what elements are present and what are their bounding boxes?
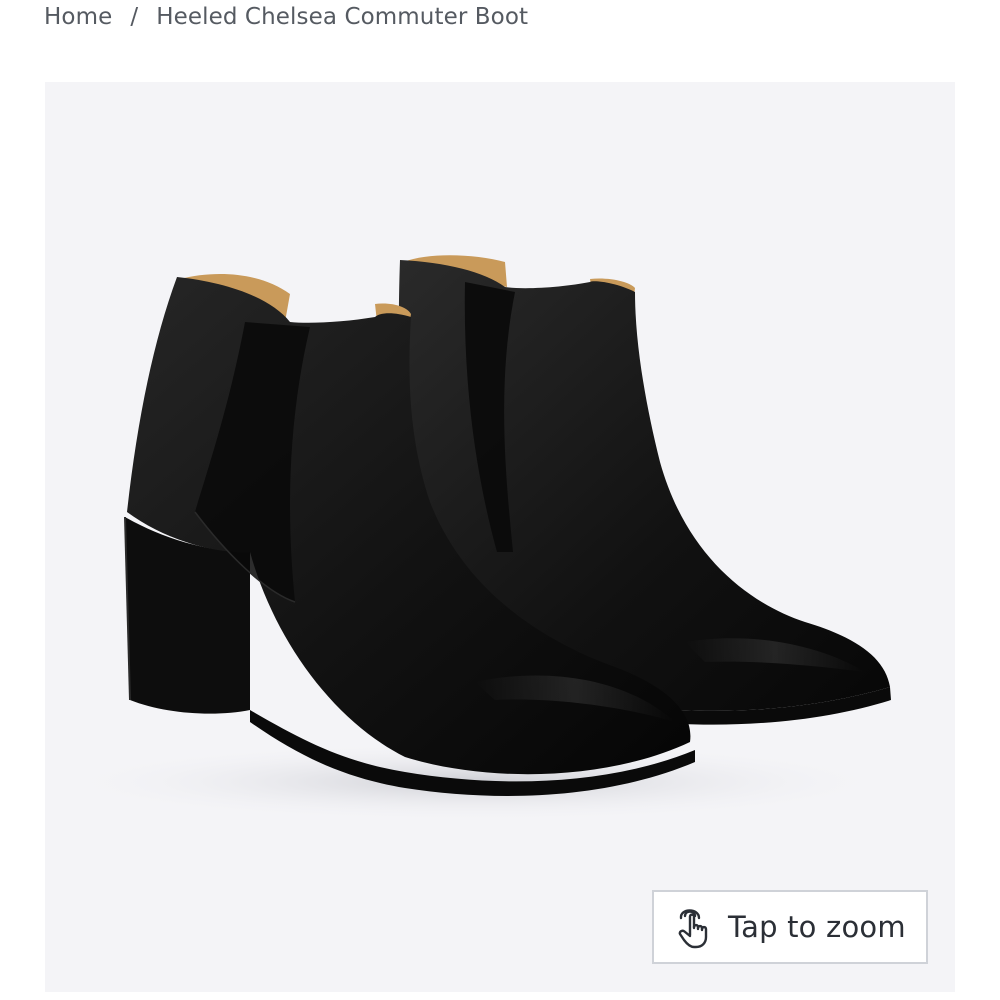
product-page: Home / Heeled Chelsea Commuter Boot Tap … [0, 0, 1000, 1000]
breadcrumb-home-link[interactable]: Home [44, 4, 112, 30]
tap-hand-icon [672, 903, 718, 951]
breadcrumb-separator: / [130, 4, 139, 30]
product-image[interactable] [45, 82, 955, 992]
breadcrumb-current-page: Heeled Chelsea Commuter Boot [156, 4, 529, 30]
breadcrumb: Home / Heeled Chelsea Commuter Boot [44, 0, 528, 34]
boots-illustration [55, 255, 895, 822]
tap-to-zoom-button[interactable]: Tap to zoom [652, 890, 928, 964]
tap-to-zoom-label: Tap to zoom [728, 910, 906, 944]
